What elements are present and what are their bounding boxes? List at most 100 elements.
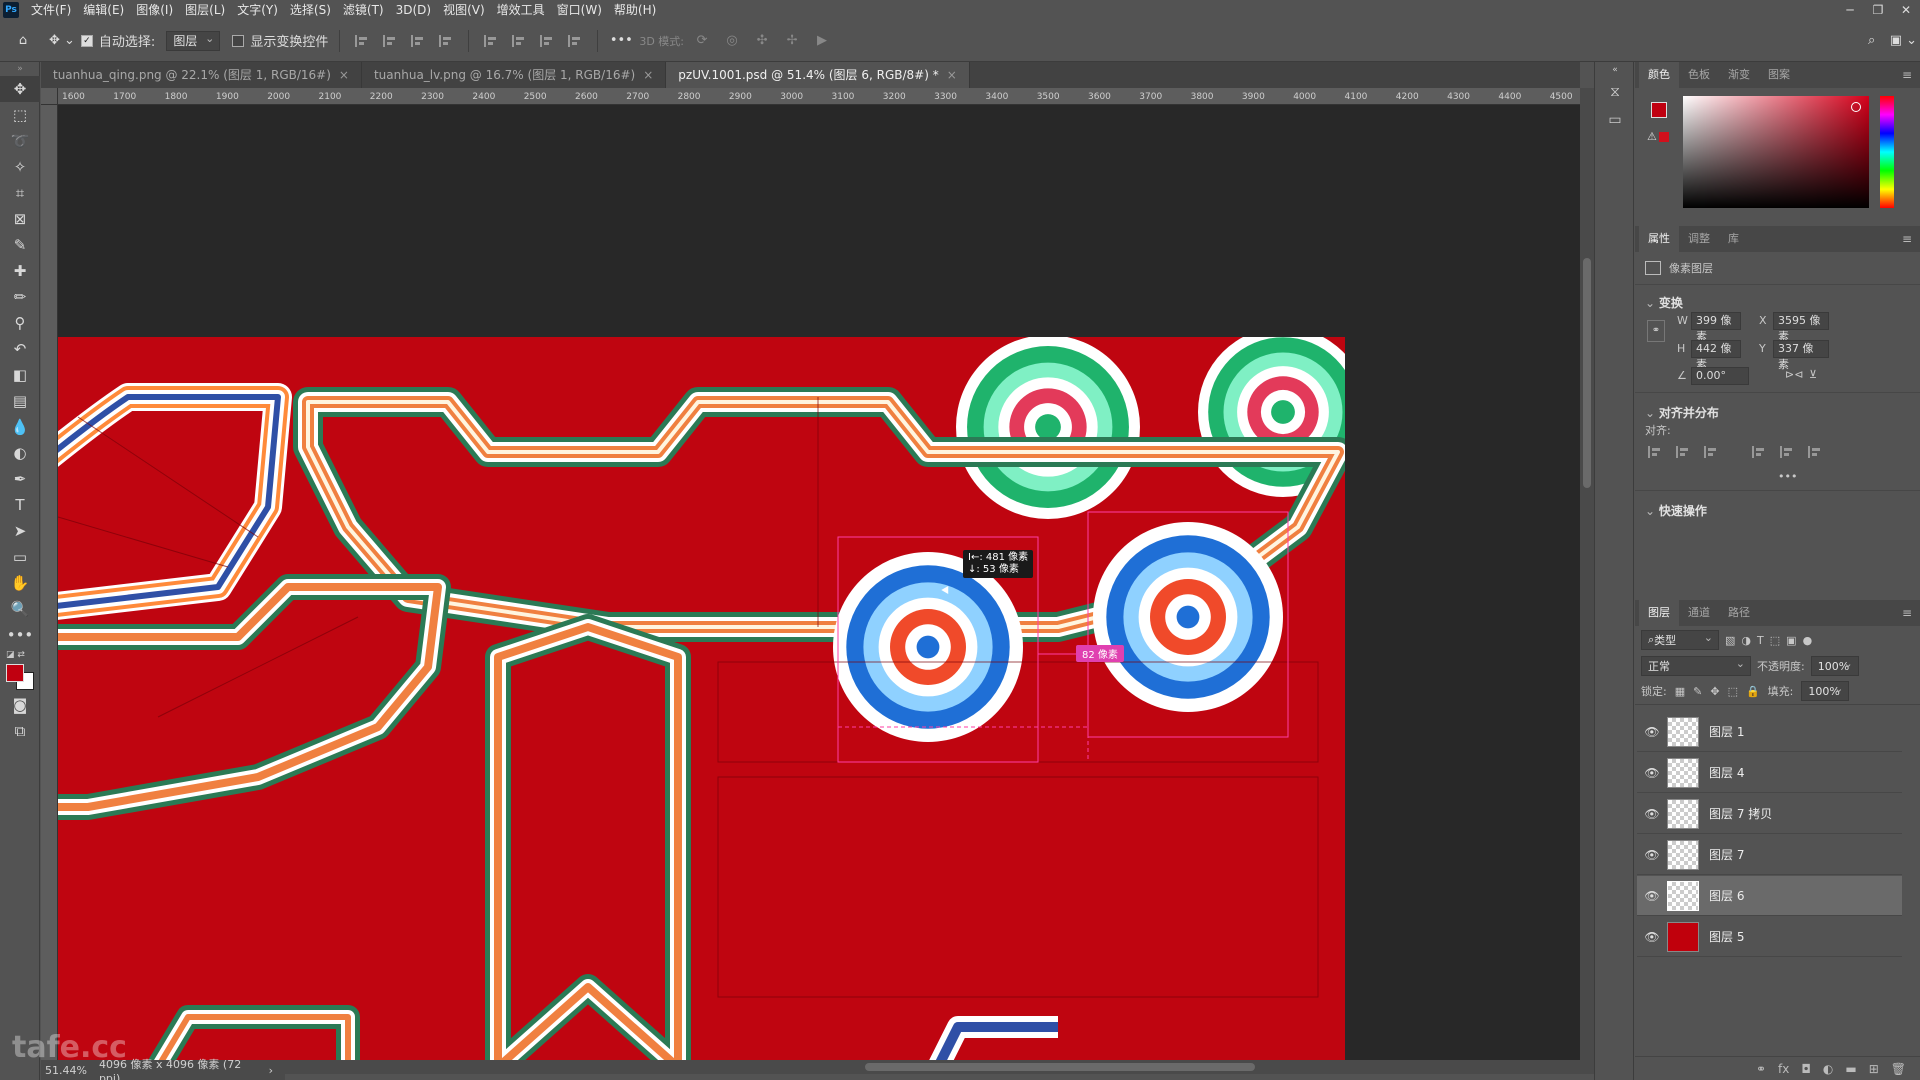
ruler-origin[interactable] (41, 88, 58, 105)
minimize-icon[interactable]: ─ (1836, 0, 1864, 20)
blend-mode-dropdown[interactable]: 正常 (1641, 656, 1751, 676)
slide-3d-icon[interactable]: ✢ (780, 28, 804, 54)
pen-tool-icon[interactable]: ✒ (0, 466, 40, 492)
layer-row[interactable]: 👁 图层 7 拷贝 (1637, 794, 1902, 834)
align-horizontal-centers-icon[interactable] (1676, 446, 1690, 458)
status-expand-icon[interactable]: › (269, 1064, 273, 1077)
zoom-level[interactable]: 51.44% (45, 1064, 87, 1077)
healing-brush-tool-icon[interactable]: ✚ (0, 258, 40, 284)
filter-pixel-icon[interactable]: ▧ (1725, 634, 1735, 647)
lock-image-icon[interactable]: ✎ (1693, 685, 1702, 698)
align-hcenter-icon[interactable] (383, 34, 397, 47)
link-layers-icon[interactable]: ⚭ (1756, 1062, 1766, 1076)
tab-paths[interactable]: 路径 (1719, 600, 1759, 626)
auto-select-target-dropdown[interactable]: 图层 (166, 30, 221, 51)
scrollbar-thumb[interactable] (1583, 258, 1591, 488)
menu-edit[interactable]: 编辑(E) (77, 0, 130, 20)
align-vertical-centers-icon[interactable] (1780, 446, 1794, 458)
tab-tuanhua-qing[interactable]: tuanhua_qing.png @ 22.1% (图层 1, RGB/16#)… (41, 62, 362, 88)
tab-swatches[interactable]: 色板 (1679, 62, 1719, 88)
tab-pzuv-active[interactable]: pzUV.1001.psd @ 51.4% (图层 6, RGB/8#) * × (666, 62, 970, 88)
brush-tool-icon[interactable]: ✏ (0, 284, 40, 310)
visibility-eye-icon[interactable]: 👁 (1637, 889, 1667, 903)
align-bottom-edges-icon[interactable] (1808, 446, 1822, 458)
align-top-icon[interactable] (484, 34, 498, 47)
vertical-scrollbar[interactable] (1580, 88, 1594, 1060)
type-tool-icon[interactable]: T (0, 492, 40, 518)
home-icon[interactable]: ⌂ (3, 28, 43, 54)
path-selection-tool-icon[interactable]: ➤ (0, 518, 40, 544)
menu-filter[interactable]: 滤镜(T) (337, 0, 390, 20)
eraser-tool-icon[interactable]: ◧ (0, 362, 40, 388)
history-brush-tool-icon[interactable]: ↶ (0, 336, 40, 362)
restore-icon[interactable]: ❐ (1864, 0, 1892, 20)
align-vcenter-icon[interactable] (512, 34, 526, 47)
tab-libraries[interactable]: 库 (1719, 226, 1748, 252)
add-mask-icon[interactable]: ◘ (1801, 1062, 1811, 1076)
visibility-eye-icon[interactable]: 👁 (1637, 848, 1667, 862)
tab-channels[interactable]: 通道 (1679, 600, 1719, 626)
roll-3d-icon[interactable]: ◎ (720, 28, 744, 54)
filter-shape-icon[interactable]: ⬚ (1770, 634, 1780, 647)
history-panel-icon[interactable]: ⧖ (1595, 78, 1635, 106)
lasso-tool-icon[interactable]: ➰ (0, 128, 40, 154)
close-tab-icon[interactable]: × (947, 68, 957, 82)
distribute-vertical-icon[interactable] (439, 34, 453, 47)
layer-row-selected[interactable]: 👁 图层 6 (1637, 876, 1902, 916)
document-canvas[interactable]: I←: 481 像素 ↓: 53 像素 82 像素 (58, 337, 1345, 1060)
width-field[interactable]: 399 像素 (1691, 312, 1741, 343)
panel-menu-icon[interactable]: ≡ (1902, 68, 1912, 82)
align-top-edges-icon[interactable] (1752, 446, 1766, 458)
move-tool-preset-icon[interactable]: ✥ ⌄ (49, 28, 75, 54)
collapse-toolbar-icon[interactable]: » (0, 62, 40, 76)
y-position-field[interactable]: 337 像素 (1773, 340, 1829, 371)
more-align-options-button[interactable]: ••• (1778, 470, 1797, 483)
close-icon[interactable]: ✕ (1892, 0, 1920, 20)
search-icon[interactable]: ⌕ (1860, 28, 1884, 54)
screen-mode-icon[interactable]: ⧉ (0, 718, 40, 744)
edit-toolbar-icon[interactable]: ••• (0, 622, 40, 648)
tab-adjustments[interactable]: 调整 (1679, 226, 1719, 252)
align-left-edges-icon[interactable] (1648, 446, 1662, 458)
comments-panel-icon[interactable]: ▭ (1595, 106, 1635, 134)
filter-type-icon[interactable]: T (1757, 634, 1764, 647)
zoom-tool-icon[interactable]: 🔍 (0, 596, 40, 622)
auto-select-checkbox[interactable]: ✓ 自动选择: (80, 28, 155, 54)
tab-gradients[interactable]: 渐变 (1719, 62, 1759, 88)
layer-row[interactable]: 👁 图层 1 (1637, 712, 1902, 752)
hue-slider[interactable] (1880, 96, 1894, 208)
gradient-tool-icon[interactable]: ▤ (0, 388, 40, 414)
move-tool-icon[interactable]: ✥ (0, 76, 40, 102)
frame-tool-icon[interactable]: ⊠ (0, 206, 40, 232)
menu-help[interactable]: 帮助(H) (608, 0, 662, 20)
close-tab-icon[interactable]: × (643, 68, 653, 82)
menu-layer[interactable]: 图层(L) (179, 0, 231, 20)
foreground-color-chip[interactable] (1651, 102, 1667, 118)
tab-color[interactable]: 颜色 (1639, 62, 1679, 88)
menu-file[interactable]: 文件(F) (25, 0, 77, 20)
rectangle-tool-icon[interactable]: ▭ (0, 544, 40, 570)
align-right-edges-icon[interactable] (1704, 446, 1718, 458)
menu-window[interactable]: 窗口(W) (551, 0, 608, 20)
lock-all-icon[interactable]: 🔒 (1746, 685, 1760, 698)
pan-3d-icon[interactable]: ✣ (750, 28, 774, 54)
tab-properties[interactable]: 属性 (1639, 226, 1679, 252)
saturation-brightness-field[interactable] (1683, 96, 1869, 208)
filter-adjustment-icon[interactable]: ◑ (1741, 634, 1751, 647)
canvas-area[interactable]: I←: 481 像素 ↓: 53 像素 82 像素 (58, 105, 1580, 1060)
color-picker-handle[interactable] (1851, 102, 1861, 112)
tab-tuanhua-lv[interactable]: tuanhua_lv.png @ 16.7% (图层 1, RGB/16#) × (361, 62, 667, 88)
foreground-color-swatch[interactable] (6, 664, 24, 682)
align-distribute-section-title[interactable]: 对齐并分布 (1635, 398, 1729, 425)
layer-style-icon[interactable]: fx (1778, 1062, 1789, 1076)
show-transform-checkbox[interactable]: 显示变换控件 (232, 28, 328, 54)
tab-patterns[interactable]: 图案 (1759, 62, 1799, 88)
marquee-tool-icon[interactable]: ⬚ (0, 102, 40, 128)
adjustment-layer-icon[interactable]: ◐ (1823, 1062, 1833, 1076)
menu-type[interactable]: 文字(Y) (231, 0, 284, 20)
menu-image[interactable]: 图像(I) (130, 0, 179, 20)
magic-wand-tool-icon[interactable]: ✧ (0, 154, 40, 180)
lock-position-icon[interactable]: ✥ (1710, 685, 1719, 698)
align-bottom-icon[interactable] (540, 34, 554, 47)
flip-vertical-icon[interactable]: ⊻ (1809, 368, 1817, 381)
